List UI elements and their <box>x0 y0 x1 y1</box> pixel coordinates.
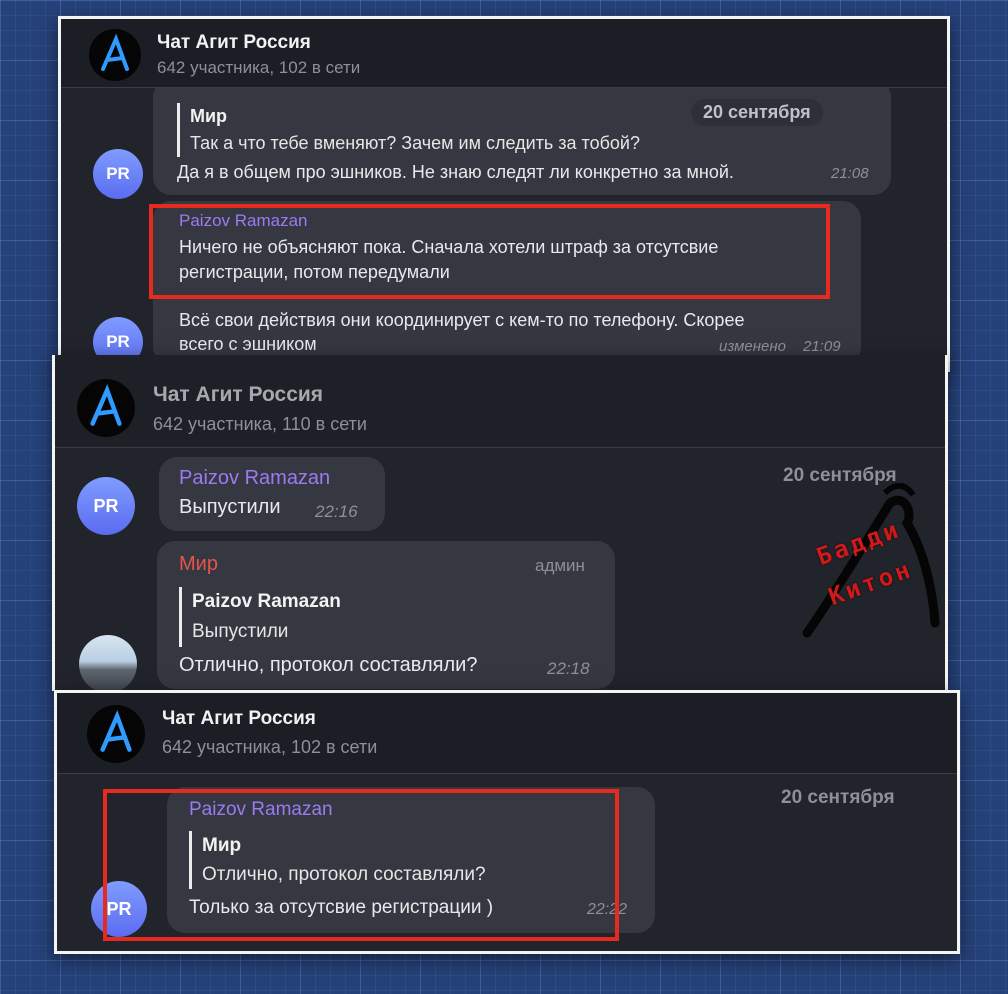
reply-quote[interactable]: Мир Так а что тебе вменяют? Зачем им сле… <box>177 103 640 157</box>
message-time: 21:09 <box>803 338 841 355</box>
reply-name: Мир <box>190 106 228 126</box>
message-bubble[interactable]: Мир Так а что тебе вменяют? Зачем им сле… <box>153 79 891 195</box>
message-time: 21:08 <box>831 165 869 182</box>
message-text-line: Всё свои действия они координирует с кем… <box>179 310 745 330</box>
screenshot-panel-3: Чат Агит Россия 642 участника, 102 в сет… <box>54 690 960 954</box>
chat-subtitle: 642 участника, 102 в сети <box>162 737 378 757</box>
avatar[interactable] <box>79 635 137 691</box>
highlight-box <box>103 789 619 941</box>
avatar[interactable]: PR <box>93 149 143 199</box>
message-bubble[interactable]: Paizov Ramazan Выпустили 22:16 <box>159 457 385 531</box>
message-text-line: всего с эшником <box>179 334 317 354</box>
message-time: 22:18 <box>547 659 590 678</box>
screenshot-panel-2: Чат Агит Россия 642 участника, 110 в сет… <box>52 355 948 691</box>
date-separator: 20 сентября <box>781 787 895 808</box>
screenshot-panel-1: Мир Так а что тебе вменяют? Зачем им сле… <box>58 16 950 372</box>
reply-quote[interactable]: Paizov Ramazan Выпустили <box>179 587 341 647</box>
chat-title: Чат Агит Россия <box>162 708 316 729</box>
anarchy-logo-icon <box>87 705 145 763</box>
anarchy-logo-icon <box>89 29 141 81</box>
chat-subtitle: 642 участника, 110 в сети <box>153 414 367 434</box>
reply-text: Выпустили <box>192 621 289 642</box>
reply-text: Так а что тебе вменяют? Зачем им следить… <box>190 133 640 153</box>
message-text: Отлично, протокол составляли? <box>179 654 478 676</box>
chat-subtitle: 642 участника, 102 в сети <box>157 58 361 77</box>
pickaxe-icon <box>802 482 940 638</box>
admin-badge: админ <box>535 556 585 575</box>
anarchy-logo-icon <box>77 379 135 437</box>
chat-header[interactable]: Чат Агит Россия 642 участника, 102 в сет… <box>61 19 947 88</box>
message-text: Да я в общем про эшников. Не знаю следят… <box>177 162 734 182</box>
sender-name[interactable]: Мир <box>179 553 218 576</box>
sender-name[interactable]: Paizov Ramazan <box>179 467 330 490</box>
reply-name: Paizov Ramazan <box>192 591 341 612</box>
highlight-box <box>149 204 830 299</box>
message-bubble[interactable]: Мир админ Paizov Ramazan Выпустили Отлич… <box>157 541 615 689</box>
avatar[interactable]: PR <box>77 477 135 535</box>
date-separator: 20 сентября <box>691 99 823 126</box>
chat-header[interactable]: Чат Агит Россия 642 участника, 110 в сет… <box>55 355 945 448</box>
message-text: Выпустили <box>179 496 281 518</box>
chat-header[interactable]: Чат Агит Россия 642 участника, 102 в сет… <box>57 693 957 774</box>
chat-title: Чат Агит Россия <box>153 383 324 406</box>
edited-label: изменено <box>719 338 786 355</box>
chat-title: Чат Агит Россия <box>157 32 311 53</box>
watermark-stamp: Бадди Китон <box>795 482 945 643</box>
message-time: 22:16 <box>315 502 358 521</box>
